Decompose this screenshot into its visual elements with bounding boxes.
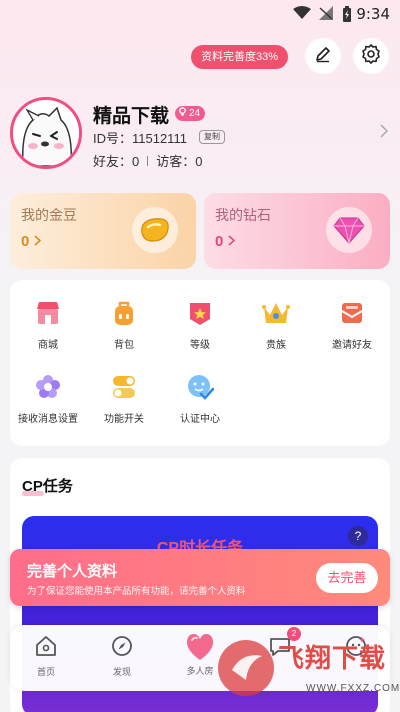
avatar[interactable] [10, 97, 82, 169]
gear-icon [360, 43, 382, 70]
feature-message-settings[interactable]: 接收消息设置 [10, 372, 86, 425]
social-counts: 好友：0 访客：0 [93, 151, 202, 170]
feature-label: 贵族 [266, 340, 286, 351]
gold-label: 我的金豆 [21, 207, 77, 223]
feature-label: 等级 [190, 340, 210, 351]
diamond-value: 0 [215, 233, 235, 250]
flower-settings-icon [33, 372, 63, 402]
heart-icon [183, 632, 217, 662]
diamond-amount: 0 [215, 233, 224, 250]
status-bar: 9:34 [0, 0, 400, 28]
friends-count[interactable]: 好友：0 [93, 151, 139, 170]
username: 精品下载 [93, 106, 170, 127]
compass-icon [108, 632, 136, 660]
feature-label: 商城 [38, 340, 58, 351]
feature-verification-center[interactable]: 认证中心 [162, 372, 238, 425]
no-signal-icon [318, 6, 334, 25]
feature-label: 认证中心 [180, 414, 220, 425]
help-icon[interactable]: ? [348, 526, 368, 546]
visitors-count[interactable]: 访客：0 [156, 151, 202, 170]
user-id: ID号：11512111 [93, 131, 187, 146]
cp-section-title: CP任务 [22, 478, 73, 495]
profile-detail-arrow-icon[interactable] [380, 124, 389, 143]
feature-shop[interactable]: 商城 [10, 298, 86, 351]
status-time: 9:34 [356, 5, 390, 23]
level-badge: 24 [175, 106, 206, 121]
banner-title: 完善个人资料 [27, 563, 118, 580]
pencil-icon [313, 44, 333, 69]
gold-card[interactable]: 我的金豆 0 [10, 193, 196, 269]
feature-toggles[interactable]: 功能开关 [86, 372, 162, 425]
chevron-right-icon [33, 235, 41, 249]
copy-id-button[interactable]: 复制 [199, 130, 225, 144]
crown-icon [261, 298, 291, 328]
nav-discover[interactable]: 发现 [92, 632, 152, 678]
gold-value: 0 [21, 233, 41, 250]
nav-label: 发现 [112, 667, 131, 677]
feature-backpack[interactable]: 背包 [86, 298, 162, 351]
backpack-icon [109, 298, 139, 328]
feature-nobility[interactable]: 贵族 [238, 298, 314, 351]
complete-profile-banner[interactable]: 完善个人资料 为了保证您能使用本产品所有功能，请完善个人资料 去完善 [10, 549, 390, 606]
diamond-label: 我的钻石 [215, 207, 271, 223]
feature-label: 接收消息设置 [18, 414, 78, 425]
shop-icon [33, 298, 63, 328]
watermark-url: WWW.FXXZ.COM [306, 683, 400, 694]
edit-profile-button[interactable] [305, 38, 341, 74]
gold-amount: 0 [21, 233, 30, 250]
feature-label: 背包 [114, 340, 134, 351]
battery-icon [342, 6, 352, 27]
watermark-logo-icon [218, 640, 274, 696]
feature-invite-friends[interactable]: 邀请好友 [314, 298, 390, 351]
feature-grid: 商城 背包 等级 贵族 邀请好友 接收消息设置 功能开关 认证中心 [10, 280, 390, 446]
settings-button[interactable] [353, 38, 389, 74]
home-icon [32, 632, 60, 660]
complete-profile-button[interactable]: 去完善 [316, 563, 378, 593]
site-watermark: 飞翔下载 WWW.FXXZ.COM [218, 636, 400, 706]
feature-label: 功能开关 [104, 414, 144, 425]
chevron-right-icon [227, 235, 235, 249]
gender-female-icon [178, 106, 187, 121]
toggle-icon [109, 372, 139, 402]
profile-completeness-badge[interactable]: 资料完善度33% [191, 45, 289, 69]
diamond-icon [326, 207, 372, 253]
feature-level[interactable]: 等级 [162, 298, 238, 351]
watermark-text: 飞翔下载 [278, 643, 387, 673]
wifi-icon [293, 6, 311, 25]
divider [147, 155, 149, 166]
nav-home[interactable]: 首页 [16, 632, 76, 678]
diamond-card[interactable]: 我的钻石 0 [204, 193, 390, 269]
nav-label: 首页 [36, 667, 55, 677]
banner-subtitle: 为了保证您能使用本产品所有功能，请完善个人资料 [27, 586, 246, 597]
feature-label: 邀请好友 [332, 340, 372, 351]
avatar-cartoon-icon [13, 100, 79, 166]
invite-icon [337, 298, 367, 328]
gold-bean-icon [132, 207, 178, 253]
level-value: 24 [189, 108, 201, 119]
level-icon [185, 298, 215, 328]
verify-icon [185, 372, 215, 402]
